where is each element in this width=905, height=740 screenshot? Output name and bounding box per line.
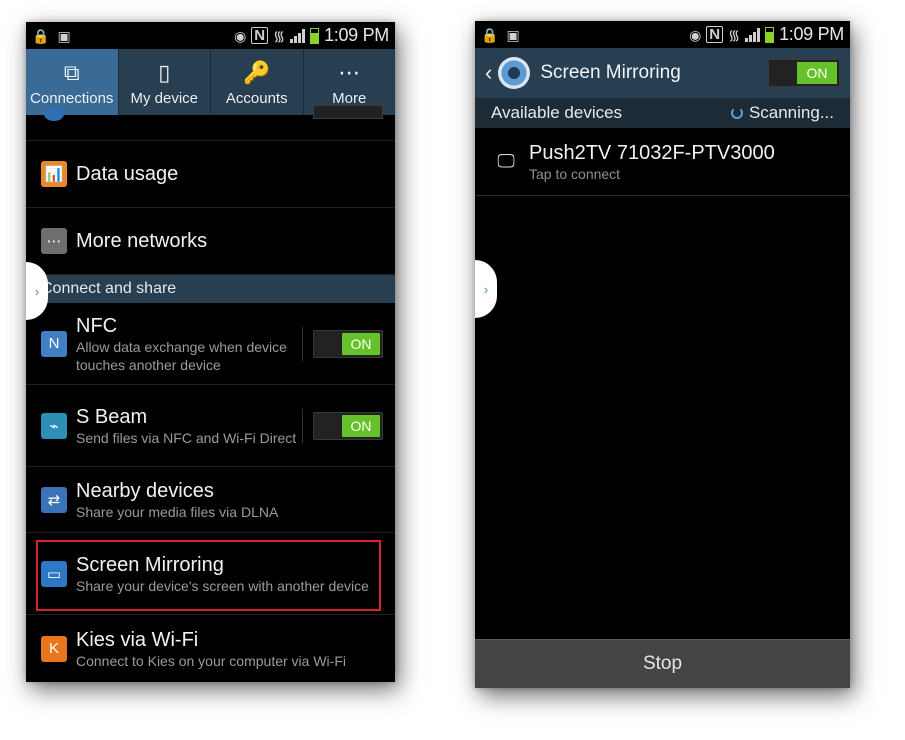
scanning-status: Scanning... [730,103,834,123]
eye-icon: ◉ [234,27,247,44]
nearby-devices-icon: ⇄ [41,486,67,513]
nfc-toggle[interactable]: ON [313,329,383,358]
kies-wifi-icon: K [41,635,67,662]
tab-label: Connections [30,90,114,107]
list-item-bluetooth-clipped[interactable] [26,105,395,141]
list-item-data-usage[interactable]: 📊 Data usage [26,141,395,208]
lock-download-icon: 🔒 [32,27,50,44]
s-beam-icon: ⌁ [41,412,67,439]
divider [302,326,303,361]
bluetooth-toggle[interactable] [313,105,383,119]
list-item-kies-wifi[interactable]: K Kies via Wi-Fi Connect to Kies on your… [26,615,395,682]
row-subtitle: Allow data exchange when device touches … [76,338,287,373]
settings-list: 📊 Data usage ⋯ More networks Connect and… [26,105,395,682]
signal-icon [745,27,761,42]
device-item[interactable]: 🖵 Push2TV 71032F-PTV3000 Tap to connect [475,128,850,196]
signal-icon [290,28,306,43]
list-item-nfc[interactable]: N NFC Allow data exchange when device to… [26,303,395,385]
back-chevron-icon[interactable]: ‹ [485,60,492,86]
s-beam-toggle[interactable]: ON [313,411,383,440]
device-name: Push2TV 71032F-PTV3000 [529,141,775,164]
available-devices-label: Available devices [491,103,623,122]
row-title: Nearby devices [76,479,214,502]
row-title: S Beam [76,405,148,428]
available-devices-header: Available devices Scanning... [475,98,850,128]
wifi-icon: ᯾ [728,26,741,43]
row-subtitle: Share your media files via DLNA [76,503,279,520]
gear-icon [498,57,531,89]
battery-icon [310,27,320,44]
side-panel-handle[interactable]: › [475,260,497,318]
nfc-icon: N [706,26,724,43]
status-bar: 🔒 ▣ ◉ N ᯾ 1:09 PM [26,22,395,49]
device-subtitle: Tap to connect [529,165,621,182]
status-time: 1:09 PM [324,25,389,45]
tab-my-device[interactable]: ▯ My device [119,49,211,115]
row-title: Screen Mirroring [76,553,224,576]
battery-icon [765,26,775,43]
tab-label: Accounts [225,90,288,107]
row-subtitle: Share your device's screen with another … [76,577,369,594]
page-title: Screen Mirroring [540,62,681,83]
wifi-icon: ᯾ [273,27,286,44]
tab-connections[interactable]: ⧉ Connections [26,49,119,115]
toggle-label: ON [342,332,380,355]
status-time: 1:09 PM [779,24,844,44]
image-icon: ▣ [506,26,520,43]
screen-mirroring-icon: ▭ [41,560,67,587]
row-title: More networks [76,230,208,252]
row-title: Kies via Wi-Fi [76,628,199,651]
toggle-label: ON [797,62,837,84]
tab-label: My device [130,90,199,107]
list-item-more-networks[interactable]: ⋯ More networks [26,208,395,275]
list-item-s-beam[interactable]: ⌁ S Beam Send files via NFC and Wi-Fi Di… [26,385,395,467]
data-usage-icon: 📊 [41,161,67,187]
action-bar: ‹ Screen Mirroring ON [475,48,850,98]
connections-icon: ⧉ [63,60,80,85]
section-header-connect-share: Connect and share [26,275,395,303]
divider [302,408,303,443]
status-bar: 🔒 ▣ ◉ N ᯾ 1:09 PM [475,21,850,48]
stop-button[interactable]: Stop [475,639,850,688]
row-title: NFC [76,314,118,337]
screen-mirroring-toggle[interactable]: ON [768,59,840,87]
more-icon: ⋯ [338,60,361,85]
eye-icon: ◉ [689,26,702,43]
my-device-icon: ▯ [158,60,171,85]
bluetooth-icon [44,107,64,121]
nfc-icon: N [41,330,67,357]
row-title: Data usage [76,163,179,185]
tab-accounts[interactable]: 🔑 Accounts [211,49,304,115]
image-icon: ▣ [57,27,71,44]
row-subtitle: Connect to Kies on your computer via Wi-… [76,652,346,669]
screen-mirroring-screen: 🔒 ▣ ◉ N ᯾ 1:09 PM ‹ Screen Mirroring ON … [475,21,850,688]
accounts-icon: 🔑 [243,60,271,85]
more-networks-icon: ⋯ [41,228,67,254]
spinner-icon [730,107,743,119]
toggle-label: ON [342,414,380,437]
row-subtitle: Send files via NFC and Wi-Fi Direct [76,429,297,446]
lock-download-icon: 🔒 [481,26,499,43]
list-item-screen-mirroring[interactable]: ▭ Screen Mirroring Share your device's s… [26,533,395,615]
list-item-nearby-devices[interactable]: ⇄ Nearby devices Share your media files … [26,467,395,533]
nfc-icon: N [251,27,269,44]
scanning-label: Scanning... [748,103,834,122]
monitor-icon: 🖵 [497,151,515,171]
connections-settings-screen: 🔒 ▣ ◉ N ᯾ 1:09 PM ⧉ Connections ▯ My dev… [26,22,395,682]
